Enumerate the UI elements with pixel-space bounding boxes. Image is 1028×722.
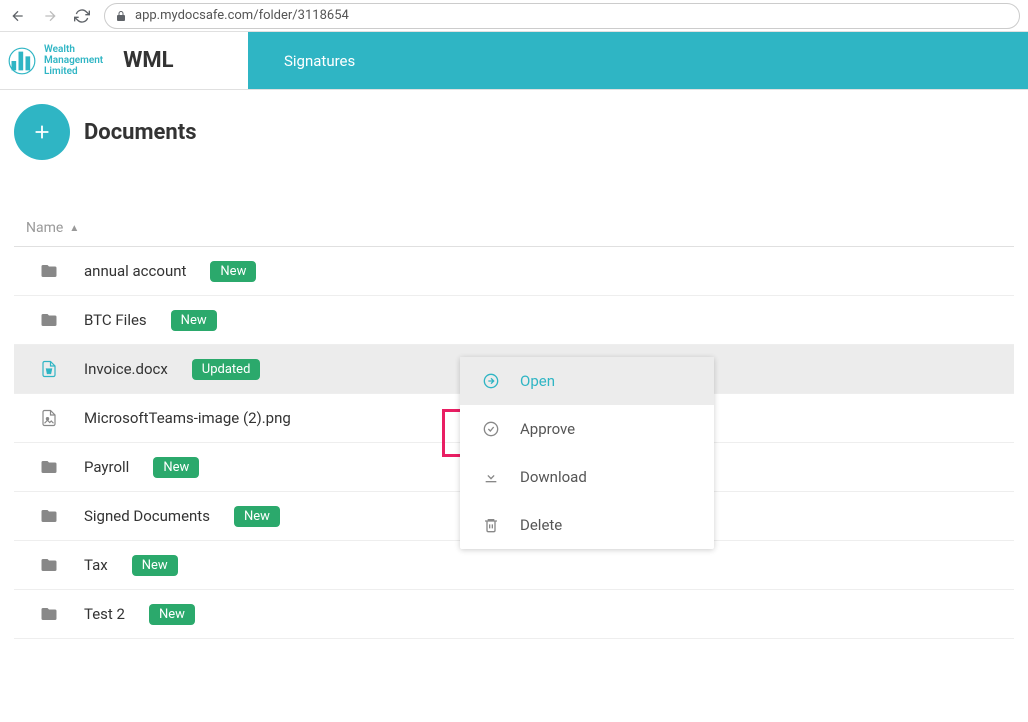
table-row[interactable]: BTC Files New [14,296,1014,345]
sort-asc-icon: ▲ [69,223,79,234]
status-badge: New [132,555,178,576]
folder-icon [40,506,60,526]
open-icon [482,372,500,390]
folder-icon [40,457,60,477]
add-button[interactable] [14,104,70,160]
menu-download-label: Download [520,468,587,486]
row-name: annual account [84,262,186,280]
status-badge: New [234,506,280,527]
col-name: Name [26,220,63,236]
page-title: Documents [84,120,197,145]
folder-icon [40,604,60,624]
url-text: app.mydocsafe.com/folder/3118654 [135,8,349,23]
reload-button[interactable] [72,6,92,26]
menu-download[interactable]: Download [460,453,714,501]
word-icon: W [40,359,60,379]
menu-delete-label: Delete [520,516,562,534]
svg-text:W: W [46,369,52,376]
row-name: Invoice.docx [84,360,168,378]
status-badge: Updated [192,359,261,380]
row-name: Test 2 [84,605,125,623]
logo-section: Wealth Management Limited WML [0,32,248,89]
context-menu: Open Approve Download Delete [460,357,714,549]
lock-icon [115,10,127,22]
logo-icon [8,47,36,75]
folder-icon [40,261,60,281]
browser-toolbar: app.mydocsafe.com/folder/3118654 [0,0,1028,32]
approve-icon [482,420,500,438]
menu-approve[interactable]: Approve [460,405,714,453]
menu-open-label: Open [520,372,555,390]
row-name: Signed Documents [84,507,210,525]
url-bar[interactable]: app.mydocsafe.com/folder/3118654 [104,3,1020,29]
table-row[interactable]: annual account New [14,247,1014,296]
menu-open[interactable]: Open [460,357,714,405]
download-icon [482,468,500,486]
status-badge: New [153,457,199,478]
brand-name: WML [123,48,173,73]
menu-approve-label: Approve [520,420,575,438]
delete-icon [482,516,500,534]
folder-icon [40,555,60,575]
status-badge: New [149,604,195,625]
status-badge: New [210,261,256,282]
app-header: Wealth Management Limited WML Signatures [0,32,1028,90]
status-badge: New [171,310,217,331]
tab-signatures[interactable]: Signatures [284,52,355,70]
content-header: Documents [14,104,1014,160]
row-name: MicrosoftTeams-image (2).png [84,409,291,427]
logo-text: Wealth Management Limited [44,44,103,77]
menu-delete[interactable]: Delete [460,501,714,549]
image-icon [40,408,60,428]
back-button[interactable] [8,6,28,26]
row-name: Payroll [84,458,129,476]
forward-button[interactable] [40,6,60,26]
folder-icon [40,310,60,330]
nav-tabs: Signatures [248,32,1028,89]
row-name: BTC Files [84,311,147,329]
table-header[interactable]: Name ▲ [14,210,1014,247]
row-name: Tax [84,556,108,574]
table-row[interactable]: Test 2 New [14,590,1014,639]
